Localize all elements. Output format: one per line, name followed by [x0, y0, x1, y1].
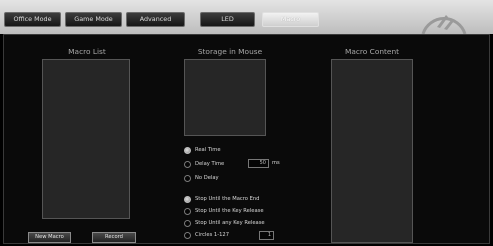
tab-macro[interactable]: Macro: [262, 12, 319, 27]
radio-stop-any-key[interactable]: [184, 219, 191, 227]
top-bar: Office Mode Game Mode Advanced LED Macro: [0, 0, 493, 34]
delay-unit: ms: [272, 160, 280, 166]
macro-content-box[interactable]: [331, 59, 413, 243]
option-circles[interactable]: Circles 1-127: [184, 230, 229, 240]
storage-box[interactable]: [184, 59, 266, 136]
macro-list-box[interactable]: [42, 59, 130, 219]
brand-logo-icon: [421, 15, 467, 34]
tab-office-mode[interactable]: Office Mode: [4, 12, 61, 27]
radio-circles[interactable]: [184, 231, 191, 239]
circles-input[interactable]: 1: [259, 231, 274, 240]
tab-led[interactable]: LED: [200, 12, 255, 27]
radio-delay-time[interactable]: [184, 160, 191, 168]
radio-no-delay[interactable]: [184, 174, 191, 182]
option-label: Stop Until any Key Release: [195, 220, 265, 226]
new-macro-button[interactable]: New Macro: [28, 232, 71, 243]
option-stop-key-release[interactable]: Stop Until the Key Release: [184, 206, 264, 216]
option-label: Real Time: [195, 147, 221, 153]
record-button[interactable]: Record: [92, 232, 136, 243]
macro-panel: Macro List New Macro Record Storage in M…: [3, 34, 490, 244]
tab-game-mode[interactable]: Game Mode: [65, 12, 122, 27]
macro-list-title: Macro List: [68, 47, 106, 56]
option-stop-macro-end[interactable]: Stop Until the Macro End: [184, 194, 259, 204]
option-label: Circles 1-127: [195, 232, 229, 238]
radio-stop-key-release[interactable]: [184, 207, 191, 215]
delay-time-input[interactable]: 50: [248, 159, 269, 168]
option-label: Delay Time: [195, 161, 225, 167]
tab-advanced[interactable]: Advanced: [126, 12, 185, 27]
radio-real-time[interactable]: [184, 146, 191, 154]
macro-content-title: Macro Content: [344, 47, 400, 56]
option-label: Stop Until the Macro End: [195, 196, 260, 202]
storage-title: Storage in Mouse: [197, 47, 263, 56]
option-no-delay[interactable]: No Delay: [184, 173, 219, 183]
option-label: Stop Until the Key Release: [195, 208, 264, 214]
radio-stop-macro-end[interactable]: [184, 195, 191, 203]
option-real-time[interactable]: Real Time: [184, 145, 221, 155]
option-delay-time[interactable]: Delay Time: [184, 159, 224, 169]
option-stop-any-key[interactable]: Stop Until any Key Release: [184, 218, 265, 228]
option-label: No Delay: [195, 175, 219, 181]
